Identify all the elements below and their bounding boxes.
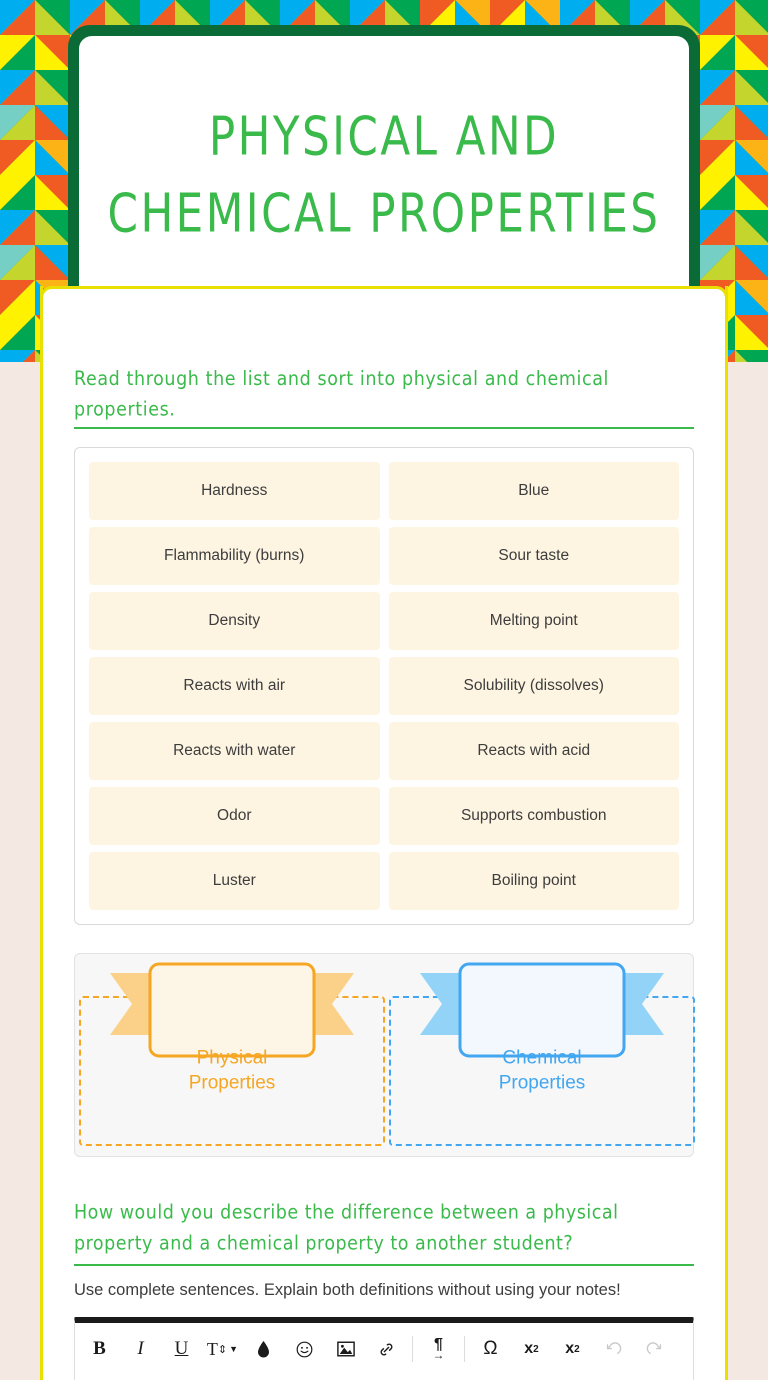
toolbar-separator — [464, 1336, 465, 1363]
word-chip[interactable]: Odor — [89, 787, 380, 846]
word-chip[interactable]: Blue — [388, 462, 679, 521]
instructions-text: Read through the list and sort into phys… — [74, 368, 610, 422]
instructions-divider — [74, 427, 694, 430]
sort-drop-area: Physical Properties Chemical Properties — [74, 953, 695, 1158]
italic-icon[interactable]: I — [120, 1329, 161, 1369]
question-prompt: How would you describe the difference be… — [74, 1201, 619, 1256]
redo-icon[interactable] — [634, 1329, 675, 1369]
clear-formatting-icon[interactable] — [79, 1369, 120, 1380]
word-chip[interactable]: Flammability (burns) — [89, 527, 380, 586]
text-color-icon[interactable] — [243, 1329, 284, 1369]
subscript-mark: 2 — [533, 1343, 539, 1355]
superscript-icon[interactable]: x2 — [552, 1329, 593, 1369]
insert-link-icon[interactable] — [366, 1329, 407, 1369]
toolbar-separator — [412, 1336, 413, 1363]
word-chip[interactable]: Reacts with air — [89, 657, 380, 716]
instructions-block: Read through the list and sort into phys… — [74, 289, 694, 430]
editor-toolbar: B I U T ⇕ ▼ ¶ → Ω x 2 x 2 — [75, 1323, 693, 1380]
question-subtext: Use complete sentences. Explain both def… — [74, 1280, 621, 1299]
subscript-base: x — [524, 1340, 534, 1358]
word-chip[interactable]: Boiling point — [388, 852, 679, 911]
question-divider — [74, 1263, 694, 1266]
drop-bucket-physical[interactable]: Physical Properties — [79, 962, 385, 1147]
question-block: How would you describe the difference be… — [74, 1197, 694, 1301]
word-chip[interactable]: Hardness — [89, 462, 380, 521]
worksheet-body: Read through the list and sort into phys… — [74, 289, 695, 1380]
worksheet-page: Physical and Chemical Properties Read th… — [0, 0, 768, 1380]
rich-text-editor[interactable]: B I U T ⇕ ▼ ¶ → Ω x 2 x 2 — [74, 1317, 694, 1380]
insert-image-icon[interactable] — [325, 1329, 366, 1369]
superscript-mark: 2 — [574, 1343, 580, 1355]
drop-bucket-chemical[interactable]: Chemical Properties — [389, 962, 695, 1147]
word-chip[interactable]: Solubility (dissolves) — [388, 657, 679, 716]
special-character-icon[interactable]: Ω — [470, 1329, 511, 1369]
header-card-inner: Physical and Chemical Properties — [77, 34, 691, 306]
emoji-icon[interactable] — [284, 1329, 325, 1369]
toolbar-row-2 — [79, 1369, 689, 1380]
sheet-rail-right — [725, 286, 728, 366]
underline-icon[interactable]: U — [161, 1329, 202, 1369]
bold-icon[interactable]: B — [79, 1329, 120, 1369]
text-size-icon[interactable]: T ⇕ ▼ — [202, 1329, 243, 1369]
drop-zone-physical[interactable] — [79, 996, 385, 1147]
worksheet-header-card: Physical and Chemical Properties — [68, 25, 700, 315]
sheet-rail-left — [40, 286, 43, 366]
word-chip[interactable]: Melting point — [388, 592, 679, 651]
word-bank-grid: Hardness Blue Flammability (burns) Sour … — [89, 462, 679, 911]
undo-icon[interactable] — [593, 1329, 634, 1369]
page-title: Physical and Chemical Properties — [107, 105, 661, 245]
paragraph-direction-icon[interactable]: ¶ → — [418, 1329, 459, 1369]
worksheet-main-sheet: Read through the list and sort into phys… — [40, 286, 728, 1380]
word-chip[interactable]: Sour taste — [388, 527, 679, 586]
word-chip[interactable]: Reacts with water — [89, 722, 380, 781]
word-chip[interactable]: Supports combustion — [388, 787, 679, 846]
word-chip[interactable]: Density — [89, 592, 380, 651]
word-bank-card: Hardness Blue Flammability (burns) Sour … — [74, 447, 694, 926]
superscript-base: x — [565, 1340, 575, 1358]
drop-zone-chemical[interactable] — [389, 996, 695, 1147]
word-chip[interactable]: Reacts with acid — [388, 722, 679, 781]
subscript-icon[interactable]: x2 — [511, 1329, 552, 1369]
word-chip[interactable]: Luster — [89, 852, 380, 911]
